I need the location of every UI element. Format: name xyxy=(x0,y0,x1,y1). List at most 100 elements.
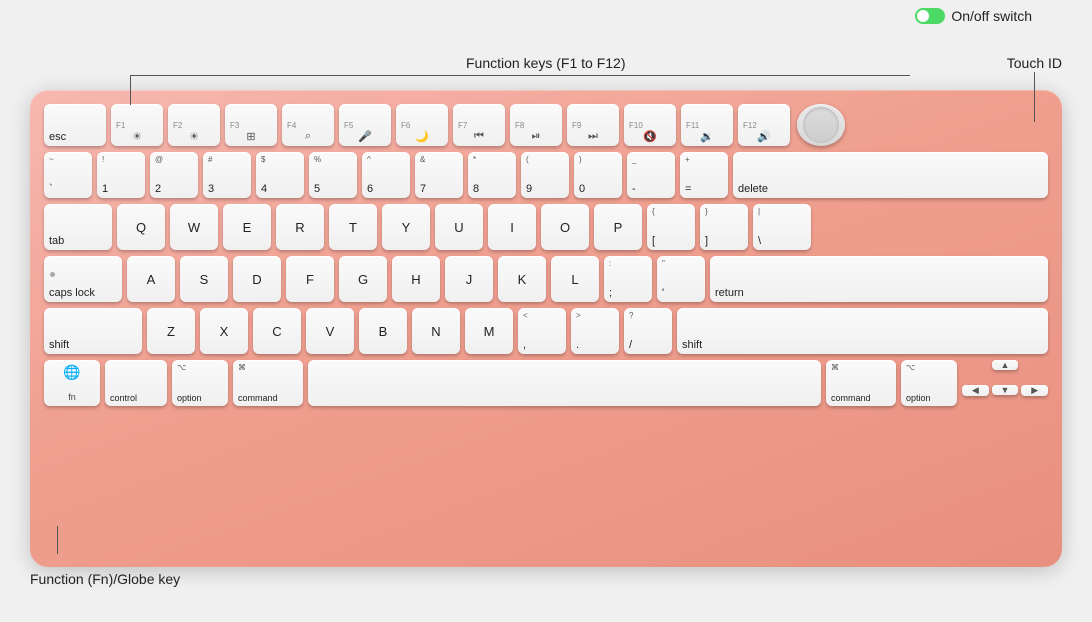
key-lbracket-main: [ xyxy=(652,235,655,247)
key-quote[interactable]: " ' xyxy=(657,256,705,302)
key-slash[interactable]: ? / xyxy=(624,308,672,354)
key-f[interactable]: F xyxy=(286,256,334,302)
key-4[interactable]: $ 4 xyxy=(256,152,304,198)
key-slash-top: ? xyxy=(629,311,633,320)
key-delete[interactable]: delete xyxy=(733,152,1048,198)
key-lbracket[interactable]: { [ xyxy=(647,204,695,250)
key-a[interactable]: A xyxy=(127,256,175,302)
keyboard-body: esc F1 ☀ F2 ☀ F3 ⊞ F4 ⌕ xyxy=(30,90,1062,567)
key-arrow-down[interactable]: ▼ xyxy=(992,385,1019,395)
key-f9[interactable]: F9 ⏭ xyxy=(567,104,619,146)
key-period-main: . xyxy=(576,339,579,351)
key-j[interactable]: J xyxy=(445,256,493,302)
key-n[interactable]: N xyxy=(412,308,460,354)
key-f11-icon: 🔉 xyxy=(700,130,714,143)
key-6[interactable]: ^ 6 xyxy=(362,152,410,198)
key-p[interactable]: P xyxy=(594,204,642,250)
key-8[interactable]: * 8 xyxy=(468,152,516,198)
key-6-main: 6 xyxy=(367,183,373,195)
key-1[interactable]: ! 1 xyxy=(97,152,145,198)
key-option-right[interactable]: ⌥ option xyxy=(901,360,957,406)
key-h[interactable]: H xyxy=(392,256,440,302)
key-u[interactable]: U xyxy=(435,204,483,250)
key-f6[interactable]: F6 🌙 xyxy=(396,104,448,146)
key-f8[interactable]: F8 ⏯ xyxy=(510,104,562,146)
key-3[interactable]: # 3 xyxy=(203,152,251,198)
key-w[interactable]: W xyxy=(170,204,218,250)
key-i[interactable]: I xyxy=(488,204,536,250)
key-shift-right[interactable]: shift xyxy=(677,308,1048,354)
key-f5-num: F5 xyxy=(344,121,353,130)
caps-row: caps lock A S D F G H J xyxy=(44,256,1048,302)
touchid-label: Touch ID xyxy=(1007,55,1062,71)
key-backtick[interactable]: ~ ` xyxy=(44,152,92,198)
key-7[interactable]: & 7 xyxy=(415,152,463,198)
key-v[interactable]: V xyxy=(306,308,354,354)
key-arrows: ▲ ◀ ▼ ▶ xyxy=(962,360,1048,406)
key-9[interactable]: ( 9 xyxy=(521,152,569,198)
key-l[interactable]: L xyxy=(551,256,599,302)
key-esc[interactable]: esc xyxy=(44,104,106,146)
key-f11[interactable]: F11 🔉 xyxy=(681,104,733,146)
key-z[interactable]: Z xyxy=(147,308,195,354)
key-tab-label: tab xyxy=(49,235,64,247)
key-arrow-left[interactable]: ◀ xyxy=(962,385,989,396)
key-o[interactable]: O xyxy=(541,204,589,250)
key-g[interactable]: G xyxy=(339,256,387,302)
key-c-label: C xyxy=(272,324,281,339)
key-f3[interactable]: F3 ⊞ xyxy=(225,104,277,146)
key-s[interactable]: S xyxy=(180,256,228,302)
key-0[interactable]: ) 0 xyxy=(574,152,622,198)
key-4-main: 4 xyxy=(261,183,267,195)
key-shift-left[interactable]: shift xyxy=(44,308,142,354)
key-tab[interactable]: tab xyxy=(44,204,112,250)
key-shift-right-label: shift xyxy=(682,339,702,351)
key-b[interactable]: B xyxy=(359,308,407,354)
key-f4[interactable]: F4 ⌕ xyxy=(282,104,334,146)
key-x[interactable]: X xyxy=(200,308,248,354)
key-c[interactable]: C xyxy=(253,308,301,354)
key-f7-num: F7 xyxy=(458,121,467,130)
key-r[interactable]: R xyxy=(276,204,324,250)
key-arrow-up[interactable]: ▲ xyxy=(992,360,1019,370)
key-minus[interactable]: _ - xyxy=(627,152,675,198)
key-rbracket[interactable]: } ] xyxy=(700,204,748,250)
key-y[interactable]: Y xyxy=(382,204,430,250)
key-command-left[interactable]: ⌘ command xyxy=(233,360,303,406)
key-equals[interactable]: + = xyxy=(680,152,728,198)
key-quote-top: " xyxy=(662,259,665,268)
key-comma[interactable]: < , xyxy=(518,308,566,354)
key-t[interactable]: T xyxy=(329,204,377,250)
key-control[interactable]: control xyxy=(105,360,167,406)
key-5[interactable]: % 5 xyxy=(309,152,357,198)
keyboard-wrapper: esc F1 ☀ F2 ☀ F3 ⊞ F4 ⌕ xyxy=(30,90,1062,567)
key-e[interactable]: E xyxy=(223,204,271,250)
key-5-top: % xyxy=(314,155,321,164)
key-f10[interactable]: F10 🔇 xyxy=(624,104,676,146)
fnkeys-label: Function keys (F1 to F12) xyxy=(466,55,626,71)
key-1-top: ! xyxy=(102,155,104,164)
key-return[interactable]: return xyxy=(710,256,1048,302)
key-k[interactable]: K xyxy=(498,256,546,302)
key-command-right[interactable]: ⌘ command xyxy=(826,360,896,406)
key-f1[interactable]: F1 ☀ xyxy=(111,104,163,146)
key-capslock[interactable]: caps lock xyxy=(44,256,122,302)
key-f12[interactable]: F12 🔊 xyxy=(738,104,790,146)
key-option-left[interactable]: ⌥ option xyxy=(172,360,228,406)
key-fn-globe[interactable]: 🌐 fn xyxy=(44,360,100,406)
key-f5[interactable]: F5 🎤 xyxy=(339,104,391,146)
key-period[interactable]: > . xyxy=(571,308,619,354)
key-arrow-right[interactable]: ▶ xyxy=(1021,385,1048,396)
key-touchid[interactable] xyxy=(797,104,845,146)
key-f7[interactable]: F7 ⏮ xyxy=(453,104,505,146)
key-space[interactable] xyxy=(308,360,821,406)
key-backslash[interactable]: | \ xyxy=(753,204,811,250)
key-f2[interactable]: F2 ☀ xyxy=(168,104,220,146)
key-rbracket-main: ] xyxy=(705,235,708,247)
key-2[interactable]: @ 2 xyxy=(150,152,198,198)
key-m[interactable]: M xyxy=(465,308,513,354)
key-d[interactable]: D xyxy=(233,256,281,302)
key-semicolon[interactable]: : ; xyxy=(604,256,652,302)
key-u-label: U xyxy=(454,220,463,235)
key-q[interactable]: Q xyxy=(117,204,165,250)
